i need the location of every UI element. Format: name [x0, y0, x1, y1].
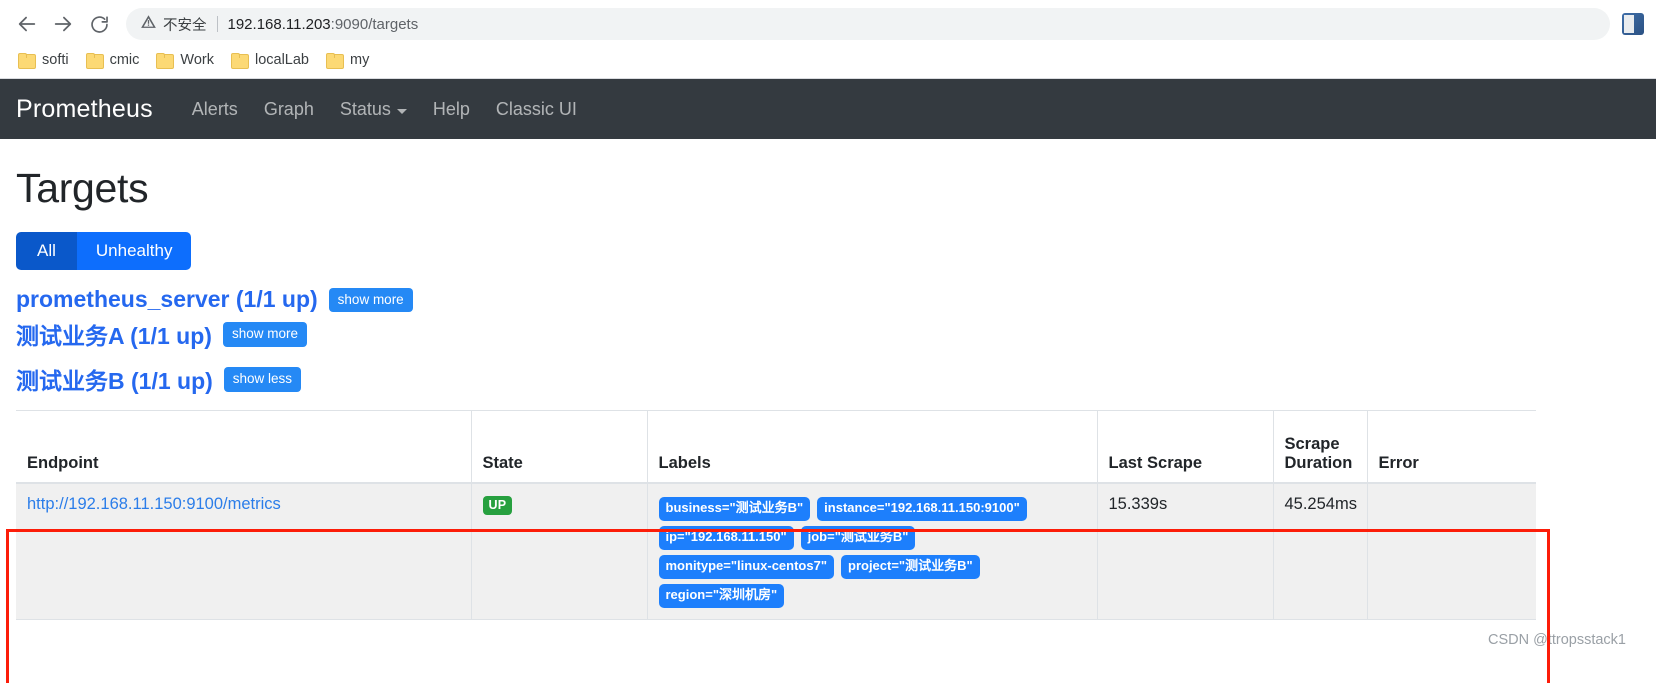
job-title[interactable]: 测试业务B (1/1 up)	[16, 362, 213, 396]
not-secure-label: 不安全	[163, 17, 207, 34]
bookmark-item[interactable]: localLab	[227, 49, 318, 71]
job-toggle-button[interactable]: show more	[222, 322, 307, 347]
folder-icon	[326, 52, 344, 69]
column-header-error: Error	[1367, 410, 1536, 484]
label-badge-monitype[interactable]: monitype="linux-centos7"	[658, 554, 834, 579]
health-filter-group: All Unhealthy	[16, 232, 192, 271]
job-toggle-button[interactable]: show less	[223, 367, 302, 392]
address-bar[interactable]: 不安全 192.168.11.203:9090/targets	[126, 8, 1610, 40]
page-title: Targets	[16, 165, 149, 211]
table-row: http://192.168.11.150:9100/metrics UP bu…	[16, 482, 1536, 620]
warning-triangle-icon	[140, 13, 157, 35]
bookmark-label: cmic	[109, 52, 140, 68]
job-header-ceshiyewu-a: 测试业务A (1/1 up) show more	[16, 317, 1640, 351]
nav-link-help[interactable]: Help	[420, 91, 483, 128]
navbar-links: Alerts Graph Status Help Classic UI	[179, 91, 590, 128]
job-header-prometheus-server: prometheus_server (1/1 up) show more	[16, 286, 1640, 313]
label-badge-instance[interactable]: instance="192.168.11.150:9100"	[817, 496, 1027, 521]
column-header-state: State	[471, 410, 648, 484]
nav-link-label: Classic UI	[495, 98, 577, 119]
targets-table: Endpoint State Labels Last Scrape Scrape…	[16, 410, 1536, 620]
label-badge-business[interactable]: business="测试业务B"	[658, 496, 811, 521]
label-badge-project[interactable]: project="测试业务B"	[841, 554, 980, 579]
nav-link-status[interactable]: Status	[327, 91, 420, 128]
column-header-scrape-duration: Scrape Duration	[1273, 410, 1368, 484]
bookmark-item[interactable]: my	[322, 49, 378, 71]
label-badge-job[interactable]: job="测试业务B"	[800, 525, 916, 550]
toolbar-right-actions	[1616, 13, 1646, 35]
nav-link-label: Help	[432, 98, 470, 119]
column-header-last-scrape: Last Scrape	[1097, 410, 1274, 484]
nav-link-graph[interactable]: Graph	[251, 91, 327, 128]
endpoint-link[interactable]: http://192.168.11.150:9100/metrics	[27, 495, 281, 513]
nav-link-classic-ui[interactable]: Classic UI	[483, 91, 590, 128]
nav-link-label: Alerts	[191, 98, 238, 119]
status-badge: UP	[482, 495, 513, 516]
scrape-duration-line-2: Duration	[1284, 453, 1353, 472]
table-body: http://192.168.11.150:9100/metrics UP bu…	[16, 482, 1536, 620]
url-host: 192.168.11.203	[227, 15, 331, 33]
bookmark-label: my	[350, 52, 370, 68]
scrape-duration-value: 45.254ms	[1284, 494, 1357, 513]
cell-scrape-duration: 45.254ms	[1273, 482, 1368, 620]
job-header-ceshiyewu-b: 测试业务B (1/1 up) show less	[16, 362, 1640, 396]
filter-all-button[interactable]: All	[16, 232, 77, 271]
cell-endpoint: http://192.168.11.150:9100/metrics	[16, 482, 472, 620]
bookmark-item[interactable]: softi	[14, 49, 78, 71]
nav-link-alerts[interactable]: Alerts	[179, 91, 251, 128]
chevron-down-icon	[396, 108, 407, 114]
labels-list: business="测试业务B" instance="192.168.11.15…	[658, 495, 1086, 608]
targets-table-container: Endpoint State Labels Last Scrape Scrape…	[16, 410, 1536, 620]
nav-link-label: Status	[339, 98, 391, 119]
folder-icon	[18, 52, 36, 69]
label-badge-ip[interactable]: ip="192.168.11.150"	[658, 525, 794, 550]
cell-state: UP	[471, 482, 648, 620]
watermark-text: CSDN @ttropsstack1	[1487, 631, 1626, 648]
table-head: Endpoint State Labels Last Scrape Scrape…	[16, 410, 1536, 484]
folder-icon	[230, 52, 249, 69]
extension-icon[interactable]	[1622, 13, 1644, 35]
nav-link-label: Graph	[263, 98, 314, 119]
bookmark-label: localLab	[254, 52, 309, 68]
job-toggle-button[interactable]: show more	[328, 287, 413, 313]
omnibox-divider	[216, 16, 218, 32]
browser-toolbar: 不安全 192.168.11.203:9090/targets	[0, 2, 1656, 46]
back-arrow-icon[interactable]	[10, 7, 44, 41]
watermark-area: CSDN @ttropsstack1	[16, 620, 1640, 654]
column-header-endpoint: Endpoint	[16, 410, 472, 484]
browser-chrome: 不安全 192.168.11.203:9090/targets softi cm…	[0, 0, 1656, 79]
label-badge-region[interactable]: region="深圳机房"	[658, 583, 785, 608]
url-text: 192.168.11.203:9090/targets	[228, 16, 419, 33]
not-secure-indicator[interactable]: 不安全	[140, 13, 207, 35]
bookmark-item[interactable]: cmic	[82, 49, 149, 71]
folder-icon	[85, 52, 104, 69]
bookmark-label: softi	[42, 52, 69, 68]
column-header-labels: Labels	[647, 410, 1098, 484]
forward-arrow-icon[interactable]	[46, 7, 80, 41]
url-path: :9090/targets	[330, 15, 419, 33]
cell-labels: business="测试业务B" instance="192.168.11.15…	[647, 482, 1098, 620]
cell-last-scrape: 15.339s	[1097, 482, 1274, 620]
bookmark-item[interactable]: Work	[152, 49, 223, 71]
targets-page: Targets All Unhealthy prometheus_server …	[0, 165, 1656, 683]
prometheus-navbar: Prometheus Alerts Graph Status Help Clas…	[0, 79, 1656, 139]
bookmarks-bar: softi cmic Work localLab my	[0, 46, 1656, 78]
job-title[interactable]: prometheus_server (1/1 up)	[16, 286, 318, 313]
bookmark-label: Work	[180, 52, 214, 68]
job-title[interactable]: 测试业务A (1/1 up)	[16, 317, 212, 351]
table-header-row: Endpoint State Labels Last Scrape Scrape…	[16, 410, 1536, 484]
cell-error	[1367, 482, 1536, 620]
last-scrape-value: 15.339s	[1108, 494, 1168, 513]
scrape-duration-line-1: Scrape	[1284, 434, 1340, 453]
brand-prometheus[interactable]: Prometheus	[16, 95, 153, 124]
filter-unhealthy-button[interactable]: Unhealthy	[76, 232, 192, 271]
folder-icon	[156, 52, 175, 69]
reload-icon[interactable]	[82, 7, 116, 41]
